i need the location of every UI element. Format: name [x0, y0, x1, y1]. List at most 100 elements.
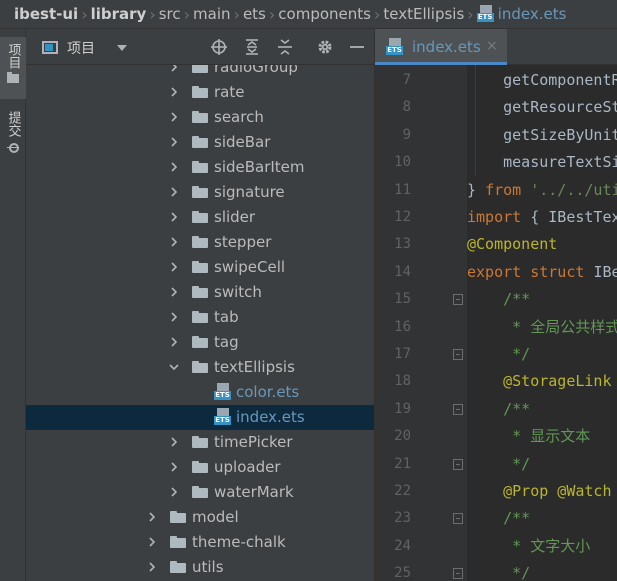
tree-folder-item[interactable]: timePicker: [26, 430, 374, 455]
code-token: @Prop @Watch: [467, 482, 612, 500]
tree-folder-item[interactable]: theme-chalk: [26, 530, 374, 555]
tree-folder-item[interactable]: stepper: [26, 230, 374, 255]
project-panel-title[interactable]: 项目: [67, 38, 95, 58]
line-number: 18: [394, 373, 411, 390]
tool-window-strip: 项目 提交: [0, 29, 26, 581]
code-line: * 文字大小: [467, 533, 590, 560]
fold-marker-icon[interactable]: [453, 568, 463, 580]
line-number: 17: [394, 346, 411, 362]
chevron-right-icon[interactable]: [168, 311, 180, 323]
code-line: getSizeByUnit,: [467, 122, 617, 149]
breadcrumb-item[interactable]: src: [159, 5, 181, 23]
tree-folder-item[interactable]: rate: [26, 80, 374, 105]
chevron-right-icon[interactable]: [168, 486, 180, 498]
commit-tool-tab[interactable]: 提交: [0, 105, 26, 167]
tree-item-label: index.ets: [236, 408, 305, 426]
project-panel: 项目 radioGroup rate search sideBar sideBa…: [26, 29, 374, 581]
chevron-right-icon[interactable]: [168, 286, 180, 298]
folder-icon: [192, 336, 208, 348]
gear-icon: [318, 40, 332, 54]
fold-marker-icon[interactable]: [453, 403, 463, 415]
line-number: 16: [394, 318, 411, 335]
code-line: */: [467, 341, 530, 368]
expand-all-button[interactable]: [243, 38, 261, 56]
hide-panel-button[interactable]: [348, 38, 366, 56]
chevron-right-icon[interactable]: [168, 65, 180, 73]
editor-tab-index-ets[interactable]: ETS index.ets ×: [375, 29, 507, 65]
tree-folder-item[interactable]: waterMark: [26, 480, 374, 505]
close-icon[interactable]: ×: [486, 38, 498, 54]
project-tool-tab[interactable]: 项目: [0, 37, 26, 99]
tree-folder-item[interactable]: switch: [26, 280, 374, 305]
code-line: */: [467, 560, 530, 581]
view-dropdown-chevron-icon[interactable]: [117, 45, 127, 51]
tree-item-label: tab: [214, 308, 239, 326]
chevron-right-icon[interactable]: [146, 561, 158, 573]
folder-icon: [192, 261, 208, 273]
breadcrumb-item[interactable]: ibest-ui: [14, 5, 78, 23]
tree-folder-item[interactable]: sideBar: [26, 130, 374, 155]
chevron-right-icon[interactable]: [168, 111, 180, 123]
chevron-right-icon[interactable]: [168, 261, 180, 273]
breadcrumb-item[interactable]: ets: [243, 5, 266, 23]
folder-icon: [192, 86, 208, 98]
code-area[interactable]: getComponentRectByName, getResourceStr, …: [467, 65, 617, 581]
tree-folder-item[interactable]: utils: [26, 555, 374, 580]
tree-folder-item[interactable]: tab: [26, 305, 374, 330]
fold-marker-icon[interactable]: [453, 349, 463, 360]
breadcrumb-item[interactable]: textEllipsis: [383, 5, 464, 23]
chevron-right-icon[interactable]: [168, 136, 180, 148]
tree-folder-item[interactable]: tag: [26, 330, 374, 355]
settings-button[interactable]: [316, 38, 334, 56]
tree-folder-item[interactable]: textEllipsis: [26, 355, 374, 380]
line-number: 13: [394, 236, 411, 253]
line-number: 12: [394, 209, 411, 225]
chevron-right-icon[interactable]: [168, 436, 180, 448]
tree-item-label: color.ets: [236, 383, 300, 401]
chevron-right-icon[interactable]: [168, 86, 180, 98]
tree-file-item[interactable]: ETS index.ets: [26, 405, 374, 430]
tree-folder-item[interactable]: sideBarItem: [26, 155, 374, 180]
chevron-right-icon[interactable]: [168, 336, 180, 348]
chevron-down-icon[interactable]: [168, 361, 180, 373]
breadcrumb-separator: ›: [268, 4, 276, 24]
tree-file-item[interactable]: ETS color.ets: [26, 380, 374, 405]
breadcrumb-separator: ›: [233, 4, 240, 24]
chevron-right-icon[interactable]: [168, 211, 180, 223]
chevron-right-icon[interactable]: [168, 236, 180, 248]
code-token: */: [467, 345, 531, 363]
fold-marker-icon[interactable]: [453, 513, 463, 525]
crosshair-icon: [211, 39, 227, 55]
collapse-all-button[interactable]: [276, 38, 294, 56]
fold-marker-icon[interactable]: [453, 458, 463, 470]
code-line: @Prop @Watch: [467, 478, 612, 505]
folder-icon: [192, 136, 208, 148]
breadcrumb-item[interactable]: main: [193, 5, 230, 23]
tree-folder-item[interactable]: swipeCell: [26, 255, 374, 280]
code-token: '../../utils/utils': [530, 180, 617, 199]
breadcrumb: ibest-ui › library › src › main › ets › components…: [0, 0, 617, 29]
tree-folder-item[interactable]: slider: [26, 205, 374, 230]
code-line: /**: [467, 505, 530, 532]
tree-item-label: textEllipsis: [214, 358, 295, 376]
code-line: import { IBestTextEllipsisColor }: [467, 204, 617, 231]
tree-folder-item[interactable]: radioGroup: [26, 65, 374, 80]
chevron-right-icon[interactable]: [146, 536, 158, 548]
line-number: 20: [394, 428, 411, 445]
tree-folder-item[interactable]: model: [26, 505, 374, 530]
line-number: 9: [402, 126, 411, 143]
code-line: } from '../../utils/utils': [467, 177, 617, 204]
chevron-right-icon[interactable]: [168, 161, 180, 173]
tree-folder-item[interactable]: signature: [26, 180, 374, 205]
code-token: * 文字大小: [467, 536, 591, 555]
tree-folder-item[interactable]: search: [26, 105, 374, 130]
chevron-right-icon[interactable]: [168, 186, 180, 198]
breadcrumb-item[interactable]: components: [278, 5, 371, 23]
chevron-right-icon[interactable]: [168, 461, 180, 473]
locate-file-button[interactable]: [210, 38, 228, 56]
tree-folder-item[interactable]: uploader: [26, 455, 374, 480]
fold-marker-icon[interactable]: [453, 294, 463, 306]
breadcrumb-item[interactable]: index.ets: [498, 5, 567, 23]
breadcrumb-item[interactable]: library: [91, 5, 147, 23]
chevron-right-icon[interactable]: [146, 511, 158, 523]
